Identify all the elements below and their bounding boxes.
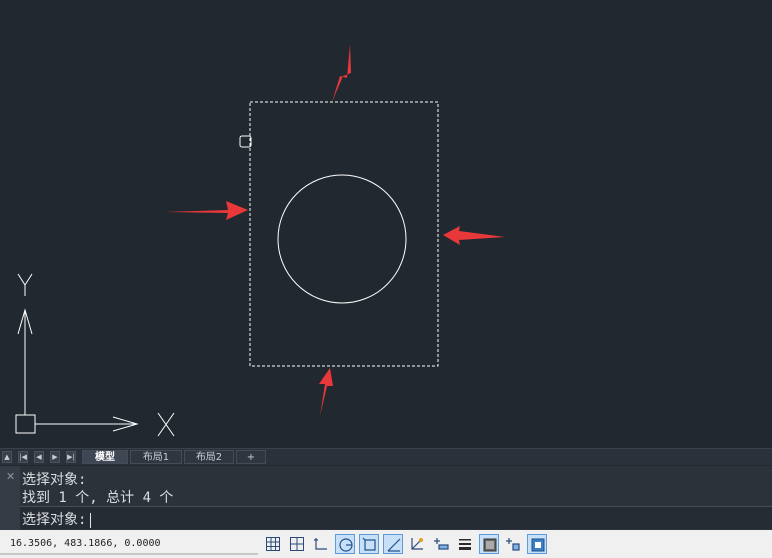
tab-next-icon[interactable]: ▶: [50, 451, 60, 463]
snap-mode-button[interactable]: [287, 534, 307, 554]
object-snap-button[interactable]: [359, 534, 379, 554]
command-history-line-1: 选择对象:: [22, 472, 87, 488]
annotation-icon: [531, 538, 545, 552]
dynamic-input-button[interactable]: [431, 534, 451, 554]
tab-last-icon[interactable]: ▶|: [66, 451, 76, 463]
drawing-svg: Y X: [0, 0, 505, 437]
polar-tracking-button[interactable]: [335, 534, 355, 554]
dyn-input-icon: [434, 538, 449, 550]
command-window-handle[interactable]: ✕: [0, 466, 20, 530]
command-window: ✕ 选择对象: 找到 1 个, 总计 4 个 选择对象:: [0, 466, 772, 530]
selection-cycling-icon: [506, 538, 520, 551]
status-bar: 16.3506, 483.1866, 0.0000: [0, 530, 772, 558]
tab-scroll-up-icon[interactable]: ▲: [2, 451, 12, 463]
lineweight-button[interactable]: [455, 534, 475, 554]
tab-add-button[interactable]: +: [236, 450, 266, 464]
ortho-icon: [314, 538, 327, 550]
drawn-circle[interactable]: [277, 174, 407, 304]
grid-display-button[interactable]: [263, 534, 283, 554]
arrow-left-marker: [165, 201, 248, 220]
layout-tab-bar: ▲ |◀ ◀ ▶ ▶| 模型 布局1 布局2 +: [0, 448, 772, 465]
ortho-mode-button[interactable]: [311, 534, 331, 554]
ucs-icon: [15, 273, 175, 437]
otrack-icon: [387, 538, 401, 552]
arrow-top-marker: [332, 44, 351, 102]
command-prompt: 选择对象:: [22, 509, 92, 529]
command-prompt-text: 选择对象:: [22, 512, 87, 528]
transparency-icon: [483, 538, 497, 552]
osnap-icon: [362, 537, 376, 551]
tab-layout1[interactable]: 布局1: [130, 450, 182, 464]
command-history-line-2: 找到 1 个, 总计 4 个: [22, 490, 174, 506]
arrow-right-marker: [443, 226, 505, 245]
snap-grid-icon: [290, 537, 304, 551]
text-caret: [90, 512, 92, 528]
transparency-button[interactable]: [479, 534, 499, 554]
lineweight-icon: [459, 539, 471, 550]
drawing-canvas[interactable]: Y X: [0, 0, 772, 448]
tab-model[interactable]: 模型: [82, 450, 128, 464]
grip-square[interactable]: [239, 135, 252, 148]
tab-prev-icon[interactable]: ◀: [34, 451, 44, 463]
tab-layout2[interactable]: 布局2: [184, 450, 234, 464]
coordinate-divider: [0, 553, 258, 555]
object-snap-tracking-button[interactable]: [383, 534, 403, 554]
coordinate-readout[interactable]: 16.3506, 483.1866, 0.0000: [10, 538, 161, 549]
arrow-bottom-marker: [319, 368, 333, 416]
close-icon[interactable]: ✕: [6, 471, 15, 482]
command-input[interactable]: 选择对象:: [20, 506, 772, 529]
tab-first-icon[interactable]: |◀: [18, 451, 28, 463]
selection-cycling-button[interactable]: [503, 534, 523, 554]
polar-icon: [339, 538, 353, 552]
grid-icon: [266, 537, 280, 551]
dynamic-ucs-button[interactable]: [407, 534, 427, 554]
ducs-icon: [411, 538, 423, 550]
axis-x-label: X: [0, 0, 1, 1]
annotation-monitor-button[interactable]: [527, 534, 547, 554]
